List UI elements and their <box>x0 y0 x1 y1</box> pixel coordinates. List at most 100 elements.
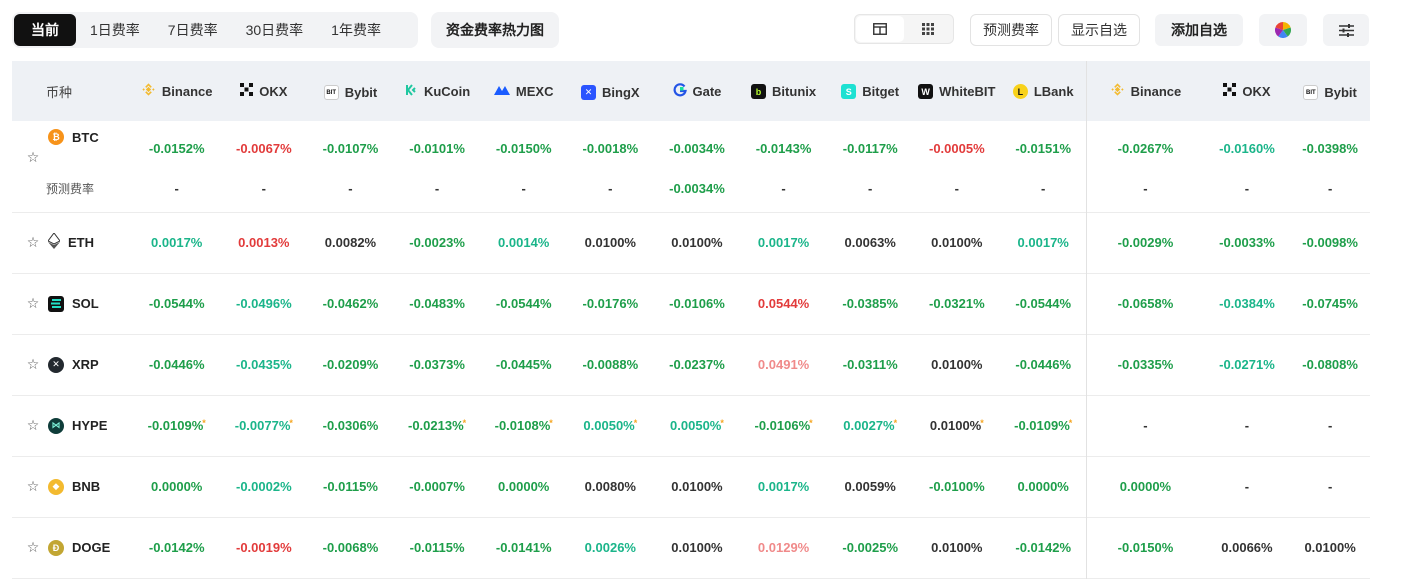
lbank-icon: L <box>1012 84 1028 100</box>
rate-cell: -0.0335% <box>1086 334 1204 395</box>
rate-cell: -0.0385% <box>842 296 899 311</box>
star-icon[interactable]: ☆ <box>26 149 40 166</box>
top-toolbar: 当前 1日费率 7日费率 30日费率 1年费率 资金费率热力图 预测费率 显示自… <box>0 0 1425 60</box>
rate-cell: -0.0100% <box>929 479 985 494</box>
exchange-header-kucoin[interactable]: KuCoin <box>394 61 481 121</box>
rate-cell: -0.0311% <box>842 357 898 372</box>
exchange-header-okx[interactable]: OKX <box>221 61 308 121</box>
table-row-hype[interactable]: ☆ ⋈ HYPE -0.0109%* -0.0077%* -0.0306% -0.0… <box>12 395 1370 456</box>
rate-cell: 0.0000% <box>498 479 550 494</box>
predicted-cell: - <box>434 181 440 197</box>
rate-cell: -0.0115% <box>322 479 378 494</box>
settings-button[interactable] <box>1323 14 1369 46</box>
coin-symbol: BTC <box>72 129 99 145</box>
table-row-doge[interactable]: ☆ Ð DOGE -0.0142% -0.0019% -0.0068% -0.011… <box>12 517 1370 578</box>
show-watchlist-button[interactable]: 显示自选 <box>1058 14 1140 46</box>
tab-1d[interactable]: 1日费率 <box>76 14 154 46</box>
flag-icon: * <box>633 418 638 428</box>
predicted-cell: -0.0034% <box>669 181 725 197</box>
rate-cell: 0.0017% <box>757 479 810 494</box>
dogecoin-icon: Ð <box>48 539 64 556</box>
add-watchlist-button[interactable]: 添加自选 <box>1155 14 1243 46</box>
predicted-cell: - <box>868 181 873 197</box>
predicted-cell: - <box>1041 181 1046 197</box>
rate-cell: 0.0100% <box>671 540 723 555</box>
star-icon[interactable]: ☆ <box>26 234 40 251</box>
exchange-header-bybit-2[interactable]: BIT Bybit <box>1290 61 1370 121</box>
rate-cell: -0.0005% <box>929 141 985 156</box>
rate-cell: -0.0141% <box>495 540 552 555</box>
rate-cell: 0.0027%* <box>843 418 898 433</box>
exchange-header-binance[interactable]: Binance <box>133 61 221 121</box>
color-wheel-icon <box>1275 22 1291 38</box>
exchange-header-bitunix[interactable]: b Bitunix <box>740 61 827 121</box>
star-icon[interactable]: ☆ <box>26 539 40 556</box>
coin-symbol: DOGE <box>72 540 111 555</box>
exchange-header-binance-2[interactable]: Binance <box>1086 61 1204 121</box>
table-row-btc[interactable]: ₿ BTC ☆ -0.0152% -0.0067% -0.0107% -0.010… <box>12 121 1370 166</box>
solana-icon <box>48 295 64 312</box>
color-theme-button[interactable] <box>1259 14 1307 46</box>
rate-cell: 0.0129% <box>757 540 810 555</box>
table-row-sol[interactable]: ☆ SOL -0.0544% -0.0496% -0.0462% -0.0483%… <box>12 273 1370 334</box>
table-view-button[interactable] <box>856 16 904 42</box>
rate-cell: -0.0152% <box>148 141 205 156</box>
heatmap-button[interactable]: 资金费率热力图 <box>431 12 559 48</box>
rate-cell: 0.0100% <box>931 357 983 372</box>
star-icon[interactable]: ☆ <box>26 417 40 434</box>
bitcoin-icon: ₿ <box>48 129 64 145</box>
rate-cell: 0.0017% <box>757 235 810 250</box>
exchange-header-whitebit[interactable]: W WhiteBIT <box>914 61 1001 121</box>
rate-cell: 0.0059% <box>844 479 896 494</box>
exchange-header-mexc[interactable]: MEXC <box>480 61 567 121</box>
tab-current[interactable]: 当前 <box>14 14 76 46</box>
rate-cell: -0.0106% <box>669 296 725 311</box>
flag-icon: * <box>549 418 553 428</box>
rate-cell: - <box>1244 418 1250 433</box>
rate-cell: -0.0544% <box>148 296 205 311</box>
exchange-header-bitget[interactable]: S Bitget <box>827 61 914 121</box>
rate-cell: -0.0160% <box>1219 141 1275 156</box>
flag-icon: * <box>289 418 293 428</box>
rate-cell: -0.0151% <box>1015 141 1072 156</box>
binance-icon <box>141 82 156 100</box>
exchange-header-bingx[interactable]: ✕ BingX <box>567 61 654 121</box>
rate-cell: 0.0100% <box>671 235 723 250</box>
rate-cell: -0.0107% <box>322 141 379 156</box>
rate-cell: -0.0435% <box>236 357 292 372</box>
predicted-rate-button[interactable]: 预测费率 <box>970 14 1052 46</box>
ethereum-icon <box>47 232 61 252</box>
exchange-header-okx-2[interactable]: OKX <box>1204 61 1291 121</box>
rate-cell: 0.0491% <box>757 357 810 372</box>
rate-cell: 0.0050%* <box>670 418 724 433</box>
tab-30d[interactable]: 30日费率 <box>232 14 318 46</box>
bitget-icon: S <box>841 84 857 100</box>
rate-cell: -0.0176% <box>582 296 639 311</box>
rate-cell: 0.0013% <box>238 235 290 250</box>
rate-cell: -0.0108%* <box>494 418 553 433</box>
bitunix-icon: b <box>751 84 767 100</box>
rate-cell: -0.0115% <box>409 540 465 555</box>
predicted-cell: - <box>1086 166 1204 212</box>
predicted-cell: - <box>348 181 353 197</box>
rate-cell: -0.0384% <box>1219 296 1275 311</box>
flag-icon: * <box>1068 418 1073 428</box>
star-icon[interactable]: ☆ <box>26 295 40 312</box>
exchange-header-lbank[interactable]: L LBank <box>1000 61 1087 121</box>
rate-cell: 0.0000% <box>1086 456 1204 517</box>
rate-cell: -0.0237% <box>669 357 725 372</box>
tab-1y[interactable]: 1年费率 <box>317 14 395 46</box>
rate-cell: 0.0544% <box>757 296 810 311</box>
star-icon[interactable]: ☆ <box>26 478 40 495</box>
rate-cell: - <box>1327 418 1333 433</box>
coin-symbol: ETH <box>68 235 94 250</box>
rate-cell: 0.0100% <box>584 235 636 250</box>
table-row-eth[interactable]: ☆ ETH 0.0017% 0.0013% 0.0082% -0.0023% 0.… <box>12 212 1370 273</box>
grid-view-button[interactable] <box>904 16 952 42</box>
exchange-header-gate[interactable]: Gate <box>654 61 741 121</box>
exchange-header-bybit[interactable]: BIT Bybit <box>307 61 394 121</box>
table-row-bnb[interactable]: ☆ ◆ BNB 0.0000% -0.0002% -0.0115% -0.0007%… <box>12 456 1370 517</box>
tab-7d[interactable]: 7日费率 <box>154 14 232 46</box>
table-row-xrp[interactable]: ☆ ✕ XRP -0.0446% -0.0435% -0.0209% -0.0373… <box>12 334 1370 395</box>
star-icon[interactable]: ☆ <box>26 356 40 373</box>
